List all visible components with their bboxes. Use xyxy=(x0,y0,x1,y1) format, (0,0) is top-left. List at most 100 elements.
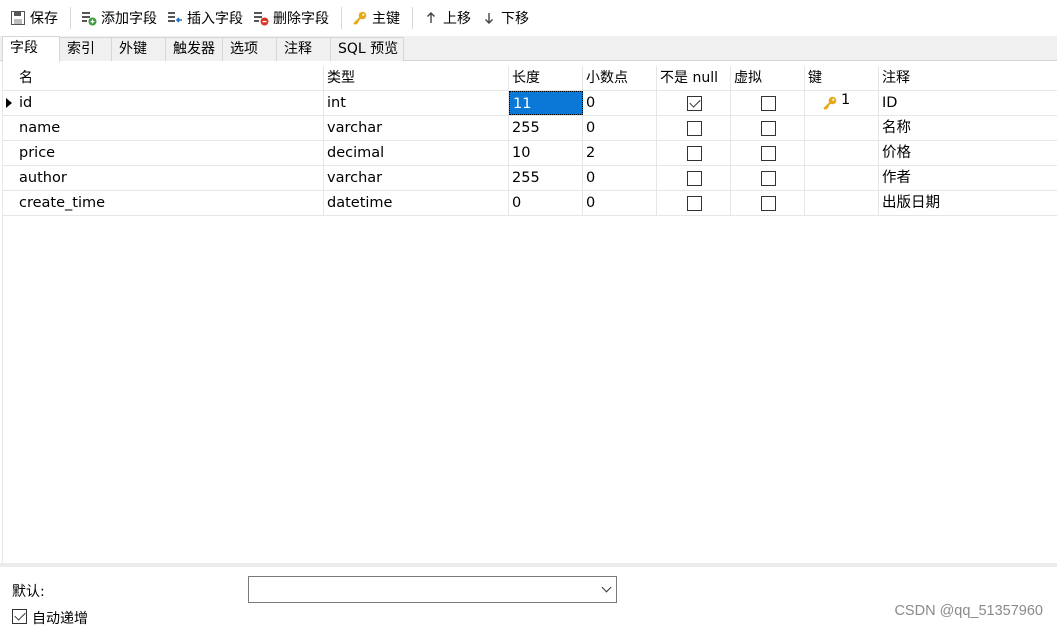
move-up-button[interactable]: 上移 xyxy=(419,5,475,31)
cell-not-null[interactable] xyxy=(657,191,731,215)
cell-comment[interactable]: 出版日期 xyxy=(879,191,1057,215)
virtual-checkbox[interactable] xyxy=(761,196,776,211)
cell-type[interactable]: int xyxy=(324,91,509,115)
primary-key-button[interactable]: 主键 xyxy=(348,5,404,31)
table-row[interactable]: price decimal 10 2 价格 xyxy=(3,141,1057,166)
key-icon xyxy=(822,95,838,111)
virtual-checkbox[interactable] xyxy=(761,121,776,136)
delete-field-icon xyxy=(253,10,269,26)
tab-bar: 字段 索引 外键 触发器 选项 注释 SQL 预览 xyxy=(0,36,1057,62)
not-null-checkbox[interactable] xyxy=(687,146,702,161)
table-row[interactable]: create_time datetime 0 0 出版日期 xyxy=(3,191,1057,216)
tab-sql-preview[interactable]: SQL 预览 xyxy=(331,37,404,61)
cell-type[interactable]: decimal xyxy=(324,141,509,165)
not-null-checkbox[interactable] xyxy=(687,196,702,211)
cell-name[interactable]: create_time xyxy=(16,191,324,215)
table-row[interactable]: id int 11 0 1 ID xyxy=(3,91,1057,116)
cell-key[interactable]: 1 xyxy=(805,91,879,115)
save-label: 保存 xyxy=(30,11,58,27)
cell-decimals[interactable]: 0 xyxy=(583,191,657,215)
cell-length[interactable]: 255 xyxy=(509,166,583,190)
cell-virtual[interactable] xyxy=(731,166,805,190)
toolbar-divider xyxy=(412,7,413,29)
cell-not-null[interactable] xyxy=(657,166,731,190)
cell-key[interactable] xyxy=(805,166,879,190)
virtual-checkbox[interactable] xyxy=(761,96,776,111)
auto-increment-label: 自动递增 xyxy=(32,611,88,627)
cell-name[interactable]: author xyxy=(16,166,324,190)
tab-options[interactable]: 选项 xyxy=(223,37,277,61)
insert-field-icon xyxy=(167,10,183,26)
cell-type[interactable]: varchar xyxy=(324,166,509,190)
delete-field-button[interactable]: 删除字段 xyxy=(249,5,333,31)
toolbar: 保存 添加字段 插入字段 删除字段 主键 上移 下移 xyxy=(0,0,1057,36)
cell-not-null[interactable] xyxy=(657,91,731,115)
virtual-checkbox[interactable] xyxy=(761,146,776,161)
not-null-checkbox[interactable] xyxy=(687,171,702,186)
arrow-up-icon xyxy=(423,10,439,26)
save-button[interactable]: 保存 xyxy=(6,5,62,31)
cell-virtual[interactable] xyxy=(731,191,805,215)
cell-length[interactable]: 0 xyxy=(509,191,583,215)
cell-decimals[interactable]: 2 xyxy=(583,141,657,165)
not-null-checkbox[interactable] xyxy=(687,96,702,111)
tab-foreign-keys[interactable]: 外键 xyxy=(112,37,166,61)
primary-key-label: 主键 xyxy=(372,11,400,27)
cell-comment[interactable]: 价格 xyxy=(879,141,1057,165)
cell-key[interactable] xyxy=(805,191,879,215)
cell-virtual[interactable] xyxy=(731,91,805,115)
add-field-icon xyxy=(81,10,97,26)
cell-decimals[interactable]: 0 xyxy=(583,166,657,190)
column-header-length[interactable]: 长度 xyxy=(509,66,583,90)
virtual-checkbox[interactable] xyxy=(761,171,776,186)
add-field-label: 添加字段 xyxy=(101,11,157,27)
auto-increment-checkbox[interactable] xyxy=(12,609,27,624)
toolbar-divider xyxy=(70,7,71,29)
cell-type[interactable]: varchar xyxy=(324,116,509,140)
column-header-type[interactable]: 类型 xyxy=(324,66,509,90)
column-header-virtual[interactable]: 虚拟 xyxy=(731,66,805,90)
key-order: 1 xyxy=(841,92,851,108)
cell-virtual[interactable] xyxy=(731,141,805,165)
insert-field-button[interactable]: 插入字段 xyxy=(163,5,247,31)
cell-decimals[interactable]: 0 xyxy=(583,91,657,115)
cell-decimals[interactable]: 0 xyxy=(583,116,657,140)
default-label: 默认: xyxy=(12,584,45,600)
add-field-button[interactable]: 添加字段 xyxy=(77,5,161,31)
tab-comment[interactable]: 注释 xyxy=(277,37,331,61)
cell-key[interactable] xyxy=(805,141,879,165)
cell-comment[interactable]: 名称 xyxy=(879,116,1057,140)
move-down-label: 下移 xyxy=(501,11,529,27)
cell-not-null[interactable] xyxy=(657,141,731,165)
table-row[interactable]: author varchar 255 0 作者 xyxy=(3,166,1057,191)
column-header-key[interactable]: 键 xyxy=(805,66,879,90)
fields-grid: 名 类型 长度 小数点 不是 null 虚拟 键 注释 id int 11 0 1 ID n… xyxy=(2,62,1057,563)
cell-not-null[interactable] xyxy=(657,116,731,140)
tab-triggers[interactable]: 触发器 xyxy=(166,37,223,61)
not-null-checkbox[interactable] xyxy=(687,121,702,136)
grid-header: 名 类型 长度 小数点 不是 null 虚拟 键 注释 xyxy=(3,66,1057,91)
table-row[interactable]: name varchar 255 0 名称 xyxy=(3,116,1057,141)
column-header-not-null[interactable]: 不是 null xyxy=(657,66,731,90)
cell-name[interactable]: id xyxy=(16,91,324,115)
tab-fields[interactable]: 字段 xyxy=(2,36,60,62)
default-value-select[interactable] xyxy=(248,576,617,603)
column-header-decimals[interactable]: 小数点 xyxy=(583,66,657,90)
column-header-name[interactable]: 名 xyxy=(16,66,324,90)
cell-type[interactable]: datetime xyxy=(324,191,509,215)
cell-comment[interactable]: 作者 xyxy=(879,166,1057,190)
cell-length[interactable]: 255 xyxy=(509,116,583,140)
cell-name[interactable]: name xyxy=(16,116,324,140)
cell-length[interactable]: 11 xyxy=(509,91,583,115)
tab-indexes[interactable]: 索引 xyxy=(60,37,112,61)
cell-name[interactable]: price xyxy=(16,141,324,165)
cell-virtual[interactable] xyxy=(731,116,805,140)
cell-comment[interactable]: ID xyxy=(879,91,1057,115)
cell-length[interactable]: 10 xyxy=(509,141,583,165)
floppy-disk-icon xyxy=(10,10,26,26)
cell-key[interactable] xyxy=(805,116,879,140)
move-up-label: 上移 xyxy=(443,11,471,27)
column-header-comment[interactable]: 注释 xyxy=(879,66,1057,90)
field-properties-panel: 默认: 自动递增 CSDN @qq_51357960 xyxy=(0,567,1057,630)
move-down-button[interactable]: 下移 xyxy=(477,5,533,31)
